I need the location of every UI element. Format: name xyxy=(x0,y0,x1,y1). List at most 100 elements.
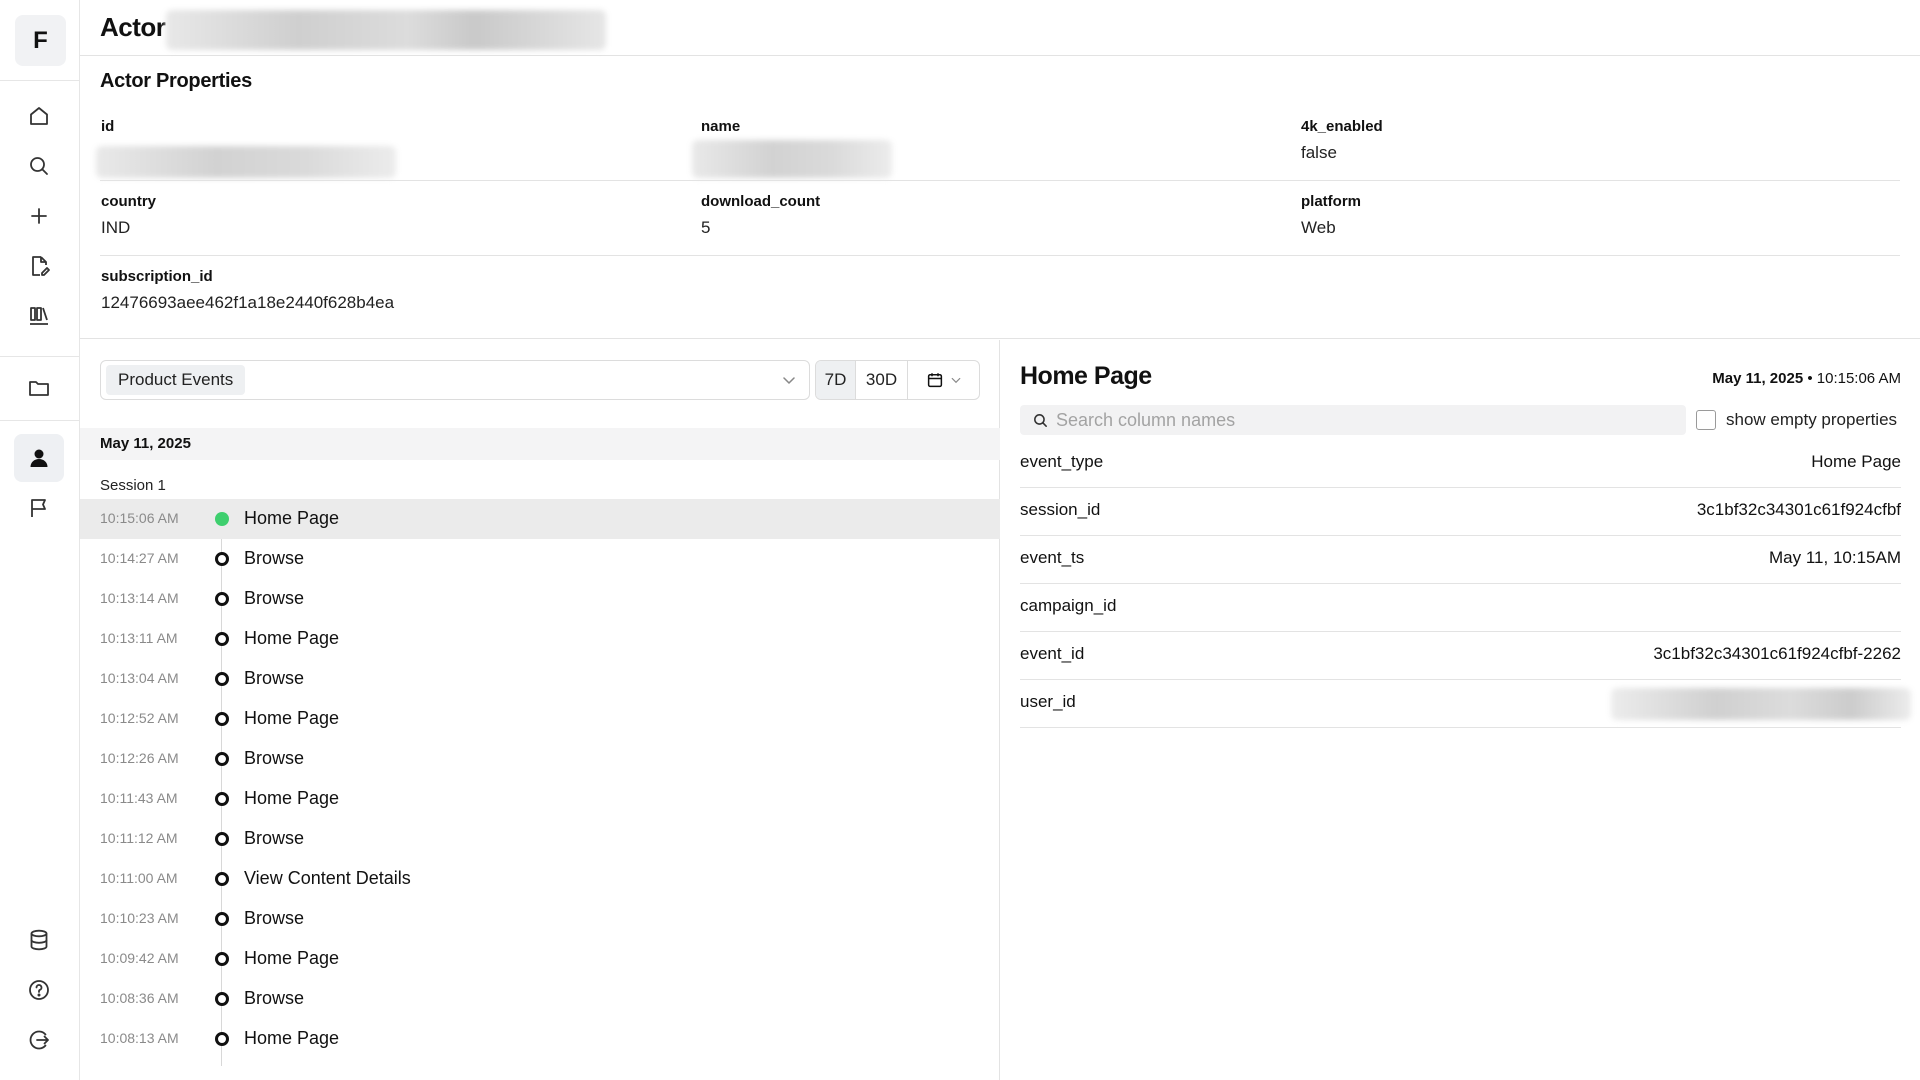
column-search-input[interactable] xyxy=(1056,405,1676,435)
logout-icon xyxy=(29,1030,49,1050)
event-dot xyxy=(215,992,229,1006)
event-row[interactable]: 10:14:27 AM Browse xyxy=(80,539,1000,579)
detail-row: event_ts May 11, 10:15AM xyxy=(1020,536,1901,584)
event-name: Browse xyxy=(244,588,305,608)
event-time: 10:13:14 AM xyxy=(100,590,179,606)
event-name: Home Page xyxy=(244,1028,340,1048)
event-detail-title: Home Page xyxy=(1020,362,1152,390)
event-dot xyxy=(215,872,229,886)
event-name: Home Page xyxy=(244,788,340,808)
show-empty-toggle[interactable]: show empty properties xyxy=(1696,410,1897,430)
calendar-icon xyxy=(927,373,942,388)
page-header: Actor xyxy=(80,0,1920,56)
event-time: 10:15:06 AM xyxy=(100,510,179,526)
event-name: Browse xyxy=(244,668,305,688)
page-title: Actor xyxy=(100,12,166,42)
event-timeline-panel: Product Events 7D 30D May 11, 2025 Sessi… xyxy=(80,340,1000,1080)
show-empty-checkbox[interactable] xyxy=(1696,410,1716,430)
sidebar-item-create[interactable] xyxy=(14,192,64,240)
chevron-down-icon xyxy=(783,377,795,385)
property-name: name xyxy=(701,118,740,135)
event-dot xyxy=(215,1032,229,1046)
detail-row-key: event_ts xyxy=(1020,548,1085,567)
plus-icon xyxy=(31,208,47,224)
detail-row: event_type Home Page xyxy=(1020,440,1901,488)
event-dot xyxy=(215,752,229,766)
event-dot xyxy=(215,632,229,646)
event-detail-panel: Home Page May 11, 2025 • 10:15:06 AM sho… xyxy=(1001,340,1920,1080)
property-key: country xyxy=(101,193,157,210)
detail-row-value: 3c1bf32c34301c61f924cfbf xyxy=(1696,500,1901,519)
event-row[interactable]: 10:11:43 AM Home Page xyxy=(80,779,1000,819)
range-30d-button[interactable]: 30D xyxy=(856,361,908,399)
event-row[interactable]: 10:13:11 AM Home Page xyxy=(80,619,1000,659)
event-dot xyxy=(215,552,229,566)
sidebar-item-search[interactable] xyxy=(14,142,64,190)
event-row[interactable]: 10:13:14 AM Browse xyxy=(80,579,1000,619)
event-dot xyxy=(215,792,229,806)
detail-row-key: event_type xyxy=(1020,452,1104,471)
sidebar-item-edit[interactable] xyxy=(14,242,64,290)
property-key: id xyxy=(101,118,115,135)
property-key: 4k_enabled xyxy=(1301,118,1383,135)
property-platform: platform Web xyxy=(1301,193,1361,238)
event-dot xyxy=(215,952,229,966)
event-row[interactable]: 10:13:04 AM Browse xyxy=(80,659,1000,699)
property-key: download_count xyxy=(701,193,821,210)
detail-row-key: user_id xyxy=(1020,692,1076,711)
event-name: Browse xyxy=(244,908,305,928)
event-row[interactable]: 10:11:00 AM View Content Details xyxy=(80,859,1000,899)
event-row[interactable]: 10:12:26 AM Browse xyxy=(80,739,1000,779)
detail-row: user_id xyxy=(1020,680,1911,728)
event-dot xyxy=(215,712,229,726)
redacted-name-value xyxy=(692,140,892,178)
event-name: Browse xyxy=(244,988,305,1008)
app-logo[interactable]: F xyxy=(15,15,66,66)
event-row[interactable]: 10:11:12 AM Browse xyxy=(80,819,1000,859)
event-row[interactable]: 10:15:06 AM Home Page xyxy=(80,499,1000,539)
sidebar-divider xyxy=(0,356,80,357)
event-row[interactable]: 10:12:52 AM Home Page xyxy=(80,699,1000,739)
range-7d-button[interactable]: 7D xyxy=(816,361,856,399)
event-row[interactable]: 10:08:36 AM Browse xyxy=(80,979,1000,1019)
event-detail-date: May 11, 2025 xyxy=(1712,370,1804,387)
redacted-user-id xyxy=(1611,688,1911,720)
date-group-label: May 11, 2025 xyxy=(100,435,191,452)
event-time: 10:14:27 AM xyxy=(100,550,179,566)
sidebar-item-flags[interactable] xyxy=(14,484,64,532)
redacted-id-value xyxy=(96,146,396,178)
date-range-group: 7D 30D xyxy=(815,360,980,400)
sidebar: F xyxy=(0,0,80,1080)
date-picker-button[interactable] xyxy=(908,361,979,399)
event-dot xyxy=(215,912,229,926)
event-row[interactable]: 10:08:13 AM Home Page xyxy=(80,1019,1000,1059)
session-label: Session 1 xyxy=(100,477,166,494)
property-value: 12476693aee462f1a18e2440f628b4ea xyxy=(101,293,395,312)
sidebar-item-logout[interactable] xyxy=(14,1016,64,1064)
sidebar-item-help[interactable] xyxy=(14,966,64,1014)
user-icon xyxy=(30,449,48,467)
sidebar-divider xyxy=(0,80,80,81)
event-dot xyxy=(215,592,229,606)
property-country: country IND xyxy=(101,193,156,238)
detail-row-key: session_id xyxy=(1020,500,1101,519)
sidebar-item-home[interactable] xyxy=(14,92,64,140)
event-type-select[interactable]: Product Events xyxy=(100,360,810,400)
edit-file-icon xyxy=(32,256,50,276)
event-type-chip[interactable]: Product Events xyxy=(106,365,246,395)
event-row[interactable]: 10:10:23 AM Browse xyxy=(80,899,1000,939)
event-name: Browse xyxy=(244,748,305,768)
sidebar-item-folders[interactable] xyxy=(14,364,64,412)
event-time: 10:13:11 AM xyxy=(100,630,178,646)
event-row[interactable]: 10:09:42 AM Home Page xyxy=(80,939,1000,979)
sidebar-item-data[interactable] xyxy=(14,916,64,964)
property-subscription-id: subscription_id 12476693aee462f1a18e2440… xyxy=(101,268,394,313)
home-icon xyxy=(30,107,48,125)
sidebar-item-experiments[interactable] xyxy=(14,292,64,340)
event-name: Home Page xyxy=(244,628,340,648)
event-name: Home Page xyxy=(244,948,340,968)
sidebar-item-actors[interactable] xyxy=(14,434,64,482)
event-time: 10:11:00 AM xyxy=(100,870,178,886)
event-time: 10:11:12 AM xyxy=(100,830,178,846)
folder-icon xyxy=(29,381,49,396)
